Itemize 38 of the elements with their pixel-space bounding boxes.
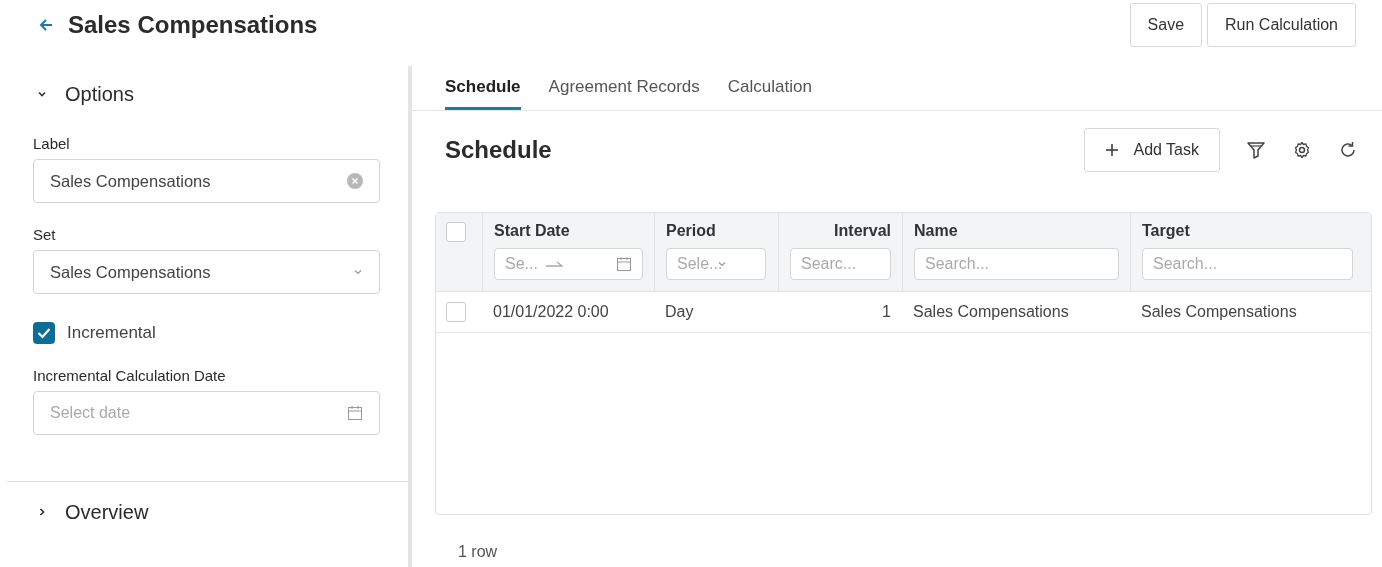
tab[interactable]: Agreement Records (548, 50, 700, 110)
table-cell: Day (665, 303, 694, 320)
plus-icon (1105, 143, 1120, 157)
panel-title: Schedule (445, 136, 552, 164)
field-label: Set (33, 226, 57, 243)
section-title[interactable]: Overview (65, 500, 149, 524)
table-cell: Sales Compensations (913, 303, 1069, 320)
section-title[interactable]: Options (65, 82, 134, 106)
column-header[interactable]: Start Date (494, 222, 643, 240)
table-cell-text: 1 (881, 303, 891, 321)
refresh-icon[interactable] (1338, 140, 1358, 160)
field-label: Label (33, 135, 71, 152)
filter-icon[interactable] (1246, 140, 1266, 160)
back-arrow-icon[interactable] (38, 17, 54, 33)
settings-icon[interactable] (1292, 140, 1312, 160)
select-field[interactable]: Sales Compensations (33, 250, 380, 294)
column-header[interactable]: Period (666, 222, 767, 240)
chevron-icon[interactable] (37, 507, 47, 517)
checkbox[interactable] (33, 322, 55, 344)
add-task-button[interactable]: Add Task (1084, 128, 1220, 172)
tab[interactable]: Calculation (727, 50, 812, 110)
tab[interactable]: Schedule (445, 50, 521, 110)
checkbox-label: Incremental (67, 323, 156, 343)
column-header[interactable]: Target (1142, 222, 1353, 240)
calendar-icon (616, 256, 632, 272)
header-button[interactable]: Save (1129, 3, 1203, 47)
page-title: Sales Compensations (68, 11, 318, 39)
header-button[interactable]: Run Calculation (1207, 3, 1356, 47)
chevron-icon[interactable] (37, 89, 47, 99)
chevron-down-icon (353, 267, 363, 277)
table-cell: 01/01/2022 0:00 (493, 303, 609, 320)
column-header[interactable]: Interval (790, 222, 891, 240)
field-label: Incremental Calculation Date (33, 367, 227, 384)
column-header[interactable]: Name (914, 222, 1119, 240)
row-count: 1 row (458, 543, 498, 561)
input-field[interactable]: Sales Compensations (33, 159, 380, 203)
table-cell: Sales Compensations (1141, 303, 1297, 320)
calendar-icon (347, 405, 363, 421)
